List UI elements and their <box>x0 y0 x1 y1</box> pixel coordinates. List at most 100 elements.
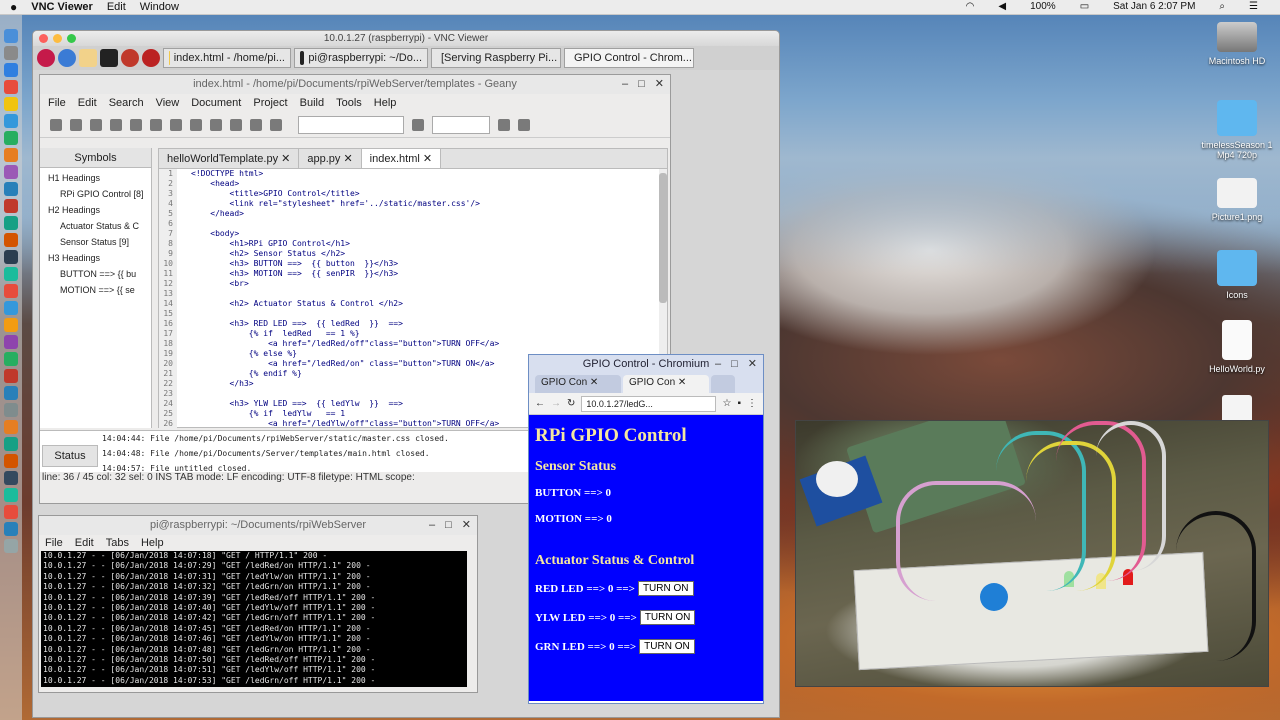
terminal-output[interactable]: 10.0.1.27 - - [06/Jan/2018 14:07:18] "GE… <box>41 551 467 687</box>
new-tab-button[interactable] <box>711 375 735 393</box>
symbol-item[interactable]: BUTTON ==> {{ bu <box>40 266 151 282</box>
desktop-icon-drive[interactable]: Macintosh HD <box>1192 22 1280 66</box>
code-line[interactable]: 1 <!DOCTYPE html> <box>159 169 667 179</box>
minimize-icon[interactable]: – <box>429 516 435 535</box>
fold-marker[interactable] <box>177 339 191 349</box>
app-icon[interactable] <box>4 488 18 502</box>
code-line[interactable]: 16 <h3> RED LED ==> {{ ledRed }} ==> <box>159 319 667 329</box>
symbol-group[interactable]: H3 Headings <box>40 250 151 266</box>
back-icon[interactable] <box>170 118 182 131</box>
symbol-item[interactable]: MOTION ==> {{ se <box>40 282 151 298</box>
fold-marker[interactable] <box>177 169 191 179</box>
compile-icon[interactable] <box>210 118 222 131</box>
fold-marker[interactable] <box>177 299 191 309</box>
new-file-icon[interactable] <box>50 118 62 131</box>
geany-titlebar[interactable]: index.html - /home/pi/Documents/rpiWebSe… <box>40 75 670 94</box>
run-icon[interactable] <box>250 118 262 131</box>
battery-icon[interactable]: ▭ <box>1080 1 1089 12</box>
goto-line-input[interactable] <box>432 115 490 134</box>
forward-icon[interactable]: → <box>551 398 561 409</box>
search-input[interactable] <box>298 115 404 134</box>
code-line[interactable]: 9 <h2> Sensor Status </h2> <box>159 249 667 259</box>
tab-app-py[interactable]: app.py ✕ <box>299 149 362 168</box>
minimize-window-button[interactable] <box>53 34 62 43</box>
save-all-icon[interactable] <box>110 118 122 131</box>
app-icon[interactable] <box>4 148 18 162</box>
maximize-icon[interactable]: □ <box>638 75 645 94</box>
bookmark-star-icon[interactable]: ☆ <box>722 398 731 409</box>
reload-icon[interactable] <box>130 118 142 131</box>
fold-marker[interactable] <box>177 349 191 359</box>
menu-file[interactable]: File <box>48 97 66 109</box>
volume-icon[interactable]: ◀ <box>998 1 1006 12</box>
fold-marker[interactable] <box>177 189 191 199</box>
maximize-icon[interactable]: □ <box>731 355 738 373</box>
wifi-icon[interactable]: ◠ <box>966 1 975 12</box>
scrollbar-thumb[interactable] <box>659 173 667 303</box>
fold-marker[interactable] <box>177 209 191 219</box>
symbol-group[interactable]: H2 Headings <box>40 202 151 218</box>
launchpad-icon[interactable] <box>4 46 18 60</box>
app-icon[interactable] <box>4 267 18 281</box>
app-icon[interactable] <box>4 182 18 196</box>
code-line[interactable]: 5 </head> <box>159 209 667 219</box>
grn-led-turn-on-button[interactable]: TURN ON <box>639 639 695 654</box>
address-bar[interactable]: 10.0.1.27/ledG... <box>581 395 717 412</box>
open-file-icon[interactable] <box>70 118 82 131</box>
raspberry-menu-icon[interactable] <box>37 49 55 67</box>
fold-marker[interactable] <box>177 269 191 279</box>
menu-edit[interactable]: Edit <box>107 1 126 13</box>
mathematica-icon[interactable] <box>121 49 139 67</box>
menu-search[interactable]: Search <box>109 97 144 109</box>
close-tab-icon[interactable]: ✕ <box>343 153 352 165</box>
terminal-titlebar[interactable]: pi@raspberrypi: ~/Documents/rpiWebServer… <box>39 516 477 535</box>
app-icon[interactable] <box>4 335 18 349</box>
app-icon[interactable] <box>4 233 18 247</box>
fold-marker[interactable] <box>177 379 191 389</box>
app-icon[interactable] <box>4 437 18 451</box>
menu-project[interactable]: Project <box>253 97 287 109</box>
menu-build[interactable]: Build <box>300 97 324 109</box>
app-icon[interactable] <box>4 284 18 298</box>
fold-marker[interactable] <box>177 239 191 249</box>
close-icon[interactable]: ✕ <box>462 516 471 535</box>
browser-tab-active[interactable]: GPIO Con ✕ <box>623 375 709 393</box>
chevron-down-icon[interactable] <box>518 118 530 131</box>
app-icon[interactable] <box>4 471 18 485</box>
browser-tab[interactable]: GPIO Con ✕ <box>535 375 621 393</box>
build-icon[interactable] <box>230 118 242 131</box>
fold-marker[interactable] <box>177 289 191 299</box>
search-icon[interactable]: ⌕ <box>1219 1 1225 12</box>
fold-marker[interactable] <box>177 179 191 189</box>
mail-icon[interactable] <box>4 114 18 128</box>
tab-helloworldtemplate[interactable]: helloWorldTemplate.py ✕ <box>159 149 300 168</box>
desktop-icon-folder[interactable]: Icons <box>1192 250 1280 300</box>
app-icon[interactable] <box>4 250 18 264</box>
code-line[interactable]: 14 <h2> Actuator Status & Control </h2> <box>159 299 667 309</box>
terminal-launch-icon[interactable] <box>100 49 118 67</box>
close-window-button[interactable] <box>39 34 48 43</box>
code-line[interactable]: 15 <box>159 309 667 319</box>
app-icon[interactable] <box>4 369 18 383</box>
fold-marker[interactable] <box>177 399 191 409</box>
app-icon[interactable] <box>4 403 18 417</box>
code-line[interactable]: 4 <link rel="stylesheet" href='../static… <box>159 199 667 209</box>
taskbar-item-geany[interactable]: index.html - /home/pi... <box>163 48 291 68</box>
app-icon[interactable] <box>4 80 18 94</box>
fold-marker[interactable] <box>177 229 191 239</box>
menu-file[interactable]: File <box>45 537 63 549</box>
taskbar-item-gpio[interactable]: GPIO Control - Chrom... <box>564 48 694 68</box>
app-icon[interactable] <box>4 522 18 536</box>
goto-icon[interactable] <box>498 118 510 131</box>
menu-edit[interactable]: Edit <box>75 537 94 549</box>
menu-list-icon[interactable]: ☰ <box>1249 1 1258 12</box>
desktop-icon-folder[interactable]: timelessSeason 1 Mp4 720p <box>1192 100 1280 160</box>
menubar-clock[interactable]: Sat Jan 6 2:07 PM <box>1113 1 1195 12</box>
taskbar-item-serving[interactable]: [Serving Raspberry Pi... <box>431 48 561 68</box>
app-icon[interactable] <box>4 420 18 434</box>
app-menu[interactable]: VNC Viewer <box>31 1 93 13</box>
menu-tools[interactable]: Tools <box>336 97 362 109</box>
file-manager-icon[interactable] <box>79 49 97 67</box>
desktop-icon-python[interactable]: HelloWorld.py <box>1192 320 1280 374</box>
file-icon[interactable] <box>1222 395 1252 421</box>
